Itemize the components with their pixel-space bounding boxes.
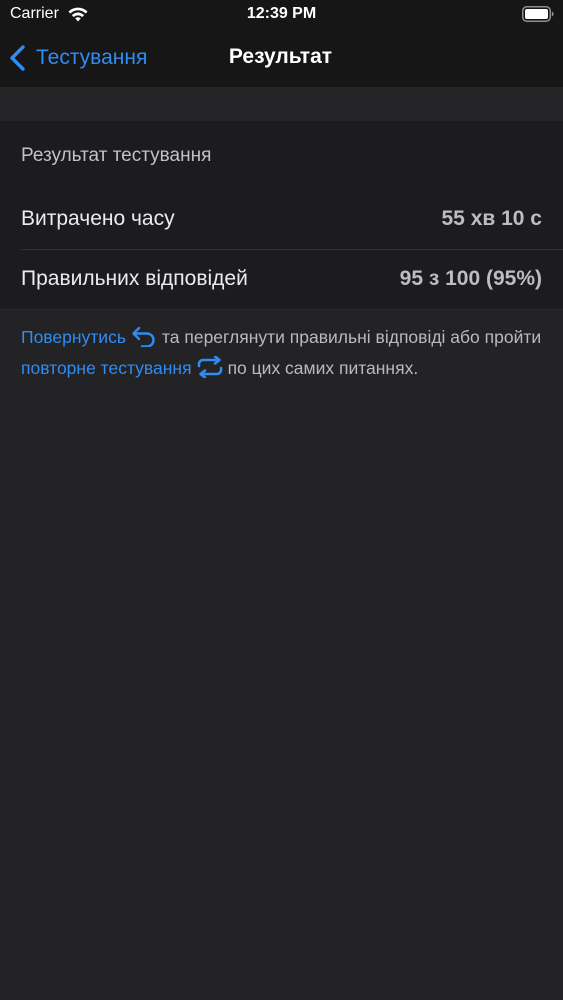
content-background bbox=[0, 310, 563, 1000]
return-link[interactable]: Повернутись bbox=[21, 327, 126, 347]
info-text: Повернутись та переглянути правильні від… bbox=[21, 322, 551, 384]
return-arrow-icon[interactable] bbox=[130, 325, 158, 347]
time-spent-label: Витрачено часу bbox=[21, 207, 175, 230]
battery-icon bbox=[522, 6, 554, 22]
results-section: Результат тестування Витрачено часу 55 х… bbox=[0, 121, 563, 309]
status-time: 12:39 PM bbox=[246, 5, 317, 22]
info-text-part1: та переглянути правильні відповіді або п… bbox=[161, 327, 542, 347]
time-spent-row: Витрачено часу 55 хв 10 с bbox=[0, 190, 563, 250]
retest-link[interactable]: повторне тестування bbox=[21, 358, 192, 378]
correct-answers-row: Правильних відповідей 95 з 100 (95%) bbox=[0, 250, 563, 310]
correct-answers-label: Правильних відповідей bbox=[21, 267, 248, 290]
correct-answers-value: 95 з 100 (95%) bbox=[399, 267, 542, 290]
page-title-text: Результат bbox=[228, 45, 333, 68]
time-spent-value: 55 хв 10 с bbox=[441, 207, 543, 230]
status-bar: Carrier 12:39 PM bbox=[0, 0, 563, 30]
info-text-part2: по цих самих питаннях. bbox=[227, 358, 419, 378]
section-spacer bbox=[0, 87, 563, 121]
navigation-bar: Тестування Результат bbox=[0, 30, 563, 87]
section-divider bbox=[0, 309, 563, 310]
results-section-header: Результат тестування bbox=[21, 145, 212, 166]
page-title: Результат bbox=[0, 45, 563, 69]
repeat-icon[interactable] bbox=[196, 356, 224, 378]
